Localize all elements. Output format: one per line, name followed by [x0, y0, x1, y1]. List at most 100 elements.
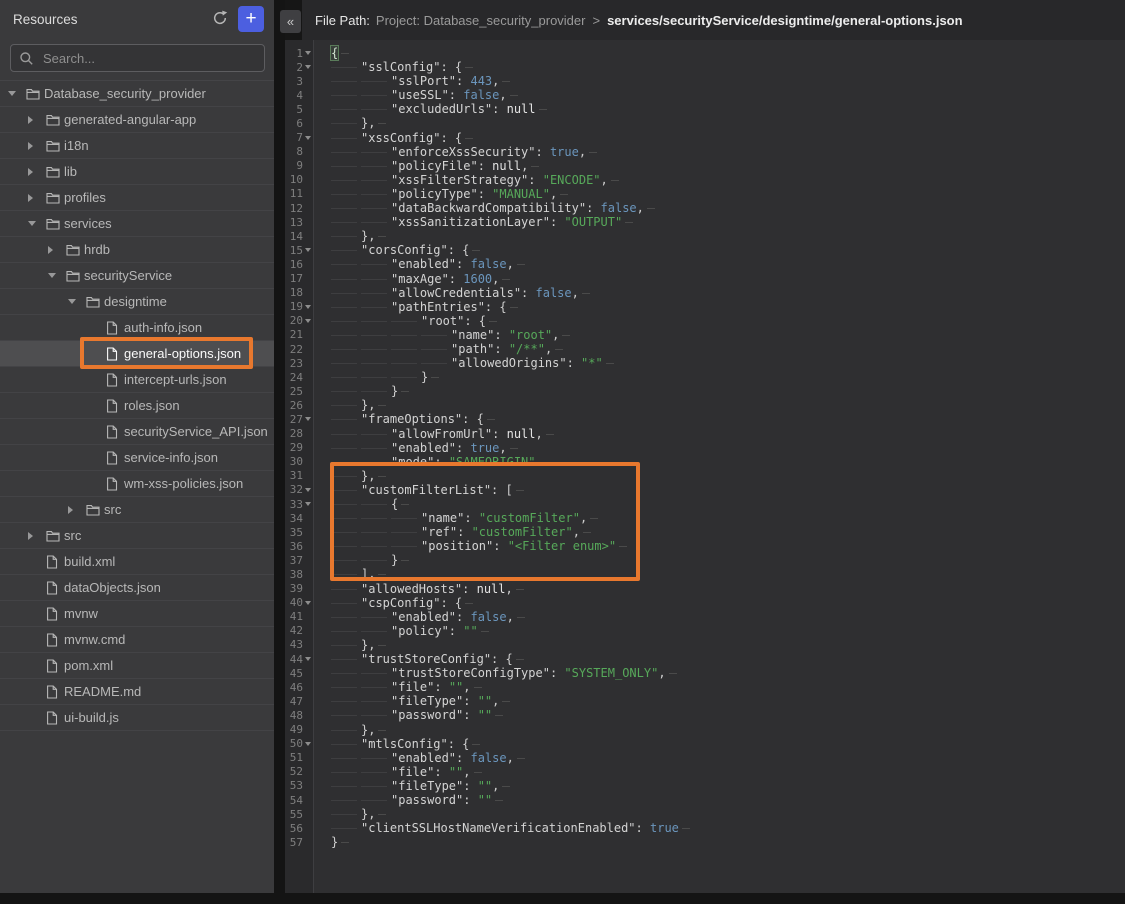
- tree-item-build-xml[interactable]: build.xml: [0, 549, 274, 575]
- code-line-51[interactable]: "enabled": false,: [331, 751, 1125, 765]
- code-line-53[interactable]: "fileType": "",: [331, 779, 1125, 793]
- code-line-16[interactable]: "enabled": false,: [331, 257, 1125, 271]
- code-line-13[interactable]: "xssSanitizationLayer": "OUTPUT": [331, 215, 1125, 229]
- expand-toggle[interactable]: [48, 246, 66, 254]
- tree-item-src[interactable]: src: [0, 497, 274, 523]
- code-line-11[interactable]: "policyType": "MANUAL",: [331, 187, 1125, 201]
- add-button[interactable]: +: [238, 6, 264, 32]
- code-line-22[interactable]: "path": "/**",: [331, 342, 1125, 356]
- code-line-29[interactable]: "enabled": true,: [331, 441, 1125, 455]
- code-line-20[interactable]: "root": {: [331, 314, 1125, 328]
- code-area[interactable]: {"sslConfig": {"sslPort": 443,"useSSL": …: [314, 40, 1125, 893]
- expand-toggle[interactable]: [28, 116, 46, 124]
- expand-toggle[interactable]: [28, 142, 46, 150]
- search-input[interactable]: [41, 50, 256, 67]
- tree-item-database-security-provider[interactable]: Database_security_provider: [0, 81, 274, 107]
- tree-item-roles-json[interactable]: roles.json: [0, 393, 274, 419]
- code-line-57[interactable]: }: [331, 835, 1125, 849]
- code-line-30[interactable]: "mode": "SAMEORIGIN": [331, 455, 1125, 469]
- code-line-42[interactable]: "policy": "": [331, 624, 1125, 638]
- tree-item-auth-info-json[interactable]: auth-info.json: [0, 315, 274, 341]
- tree-item-generated-angular-app[interactable]: generated-angular-app: [0, 107, 274, 133]
- tree-item-src[interactable]: src: [0, 523, 274, 549]
- tree-item-services[interactable]: services: [0, 211, 274, 237]
- tree-item-lib[interactable]: lib: [0, 159, 274, 185]
- code-line-50[interactable]: "mtlsConfig": {: [331, 737, 1125, 751]
- code-line-17[interactable]: "maxAge": 1600,: [331, 272, 1125, 286]
- tree-item-mvnw-cmd[interactable]: mvnw.cmd: [0, 627, 274, 653]
- code-line-3[interactable]: "sslPort": 443,: [331, 74, 1125, 88]
- code-line-12[interactable]: "dataBackwardCompatibility": false,: [331, 201, 1125, 215]
- code-line-7[interactable]: "xssConfig": {: [331, 131, 1125, 145]
- code-line-45[interactable]: "trustStoreConfigType": "SYSTEM_ONLY",: [331, 666, 1125, 680]
- code-line-21[interactable]: "name": "root",: [331, 328, 1125, 342]
- fold-toggle[interactable]: [303, 483, 313, 497]
- panel-scrollbar[interactable]: [274, 0, 285, 893]
- code-line-6[interactable]: },: [331, 116, 1125, 130]
- tree-item-profiles[interactable]: profiles: [0, 185, 274, 211]
- tree-item-dataobjects-json[interactable]: dataObjects.json: [0, 575, 274, 601]
- fold-toggle[interactable]: [303, 243, 313, 257]
- code-line-1[interactable]: {: [331, 46, 1125, 60]
- code-line-37[interactable]: }: [331, 553, 1125, 567]
- tree-item-designtime[interactable]: designtime: [0, 289, 274, 315]
- fold-toggle[interactable]: [303, 596, 313, 610]
- code-line-39[interactable]: "allowedHosts": null,: [331, 582, 1125, 596]
- code-line-54[interactable]: "password": "": [331, 793, 1125, 807]
- code-line-36[interactable]: "position": "<Filter enum>": [331, 539, 1125, 553]
- refresh-button[interactable]: [210, 9, 230, 29]
- code-line-48[interactable]: "password": "": [331, 708, 1125, 722]
- code-line-52[interactable]: "file": "",: [331, 765, 1125, 779]
- tree-item-readme-md[interactable]: README.md: [0, 679, 274, 705]
- code-line-35[interactable]: "ref": "customFilter",: [331, 525, 1125, 539]
- code-line-46[interactable]: "file": "",: [331, 680, 1125, 694]
- expand-toggle[interactable]: [28, 194, 46, 202]
- code-line-15[interactable]: "corsConfig": {: [331, 243, 1125, 257]
- code-line-49[interactable]: },: [331, 723, 1125, 737]
- code-line-5[interactable]: "excludedUrls": null: [331, 102, 1125, 116]
- fold-toggle[interactable]: [303, 412, 313, 426]
- code-line-44[interactable]: "trustStoreConfig": {: [331, 652, 1125, 666]
- code-line-31[interactable]: },: [331, 469, 1125, 483]
- code-line-10[interactable]: "xssFilterStrategy": "ENCODE",: [331, 173, 1125, 187]
- fold-toggle[interactable]: [303, 300, 313, 314]
- code-line-34[interactable]: "name": "customFilter",: [331, 511, 1125, 525]
- tree-item-pom-xml[interactable]: pom.xml: [0, 653, 274, 679]
- code-line-28[interactable]: "allowFromUrl": null,: [331, 427, 1125, 441]
- tree-item-service-info-json[interactable]: service-info.json: [0, 445, 274, 471]
- expand-toggle[interactable]: [68, 506, 86, 514]
- code-line-8[interactable]: "enforceXssSecurity": true,: [331, 145, 1125, 159]
- code-line-14[interactable]: },: [331, 229, 1125, 243]
- code-line-56[interactable]: "clientSSLHostNameVerificationEnabled": …: [331, 821, 1125, 835]
- code-line-55[interactable]: },: [331, 807, 1125, 821]
- code-line-24[interactable]: }: [331, 370, 1125, 384]
- tree-item-intercept-urls-json[interactable]: intercept-urls.json: [0, 367, 274, 393]
- code-line-27[interactable]: "frameOptions": {: [331, 412, 1125, 426]
- fold-toggle[interactable]: [303, 314, 313, 328]
- code-line-38[interactable]: ],: [331, 567, 1125, 581]
- expand-toggle[interactable]: [28, 532, 46, 540]
- code-line-47[interactable]: "fileType": "",: [331, 694, 1125, 708]
- bottom-scrollbar[interactable]: [0, 893, 1125, 904]
- tree-item-i18n[interactable]: i18n: [0, 133, 274, 159]
- fold-toggle[interactable]: [303, 652, 313, 666]
- expand-toggle[interactable]: [8, 91, 26, 96]
- tree-item-mvnw[interactable]: mvnw: [0, 601, 274, 627]
- fold-toggle[interactable]: [303, 60, 313, 74]
- fold-toggle[interactable]: [303, 737, 313, 751]
- code-line-2[interactable]: "sslConfig": {: [331, 60, 1125, 74]
- tree-item-general-options-json[interactable]: general-options.json: [0, 341, 274, 367]
- code-line-4[interactable]: "useSSL": false,: [331, 88, 1125, 102]
- tree-item-wm-xss-policies-json[interactable]: wm-xss-policies.json: [0, 471, 274, 497]
- fold-toggle[interactable]: [303, 497, 313, 511]
- code-line-23[interactable]: "allowedOrigins": "*": [331, 356, 1125, 370]
- code-line-18[interactable]: "allowCredentials": false,: [331, 286, 1125, 300]
- code-line-33[interactable]: {: [331, 497, 1125, 511]
- expand-toggle[interactable]: [28, 221, 46, 226]
- fold-toggle[interactable]: [303, 46, 313, 60]
- code-line-19[interactable]: "pathEntries": {: [331, 300, 1125, 314]
- expand-toggle[interactable]: [68, 299, 86, 304]
- code-line-32[interactable]: "customFilterList": [: [331, 483, 1125, 497]
- code-line-43[interactable]: },: [331, 638, 1125, 652]
- tree-item-hrdb[interactable]: hrdb: [0, 237, 274, 263]
